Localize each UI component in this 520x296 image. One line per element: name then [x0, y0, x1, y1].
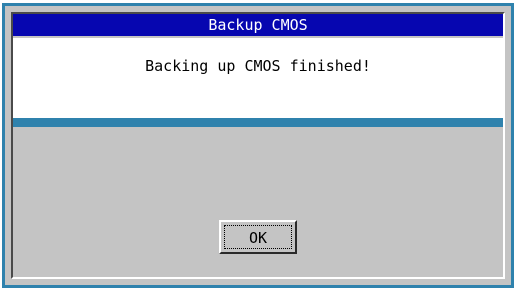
screen: Backup CMOS Backing up CMOS finished! OK	[0, 0, 520, 296]
dialog-title: Backup CMOS	[13, 14, 503, 36]
dialog-body: Backup CMOS Backing up CMOS finished! OK	[11, 12, 505, 279]
ok-button[interactable]: OK	[219, 220, 297, 254]
ok-button-label: OK	[224, 225, 292, 249]
dialog-message: Backing up CMOS finished!	[13, 38, 503, 127]
dialog-frame: Backup CMOS Backing up CMOS finished! OK	[2, 3, 514, 288]
